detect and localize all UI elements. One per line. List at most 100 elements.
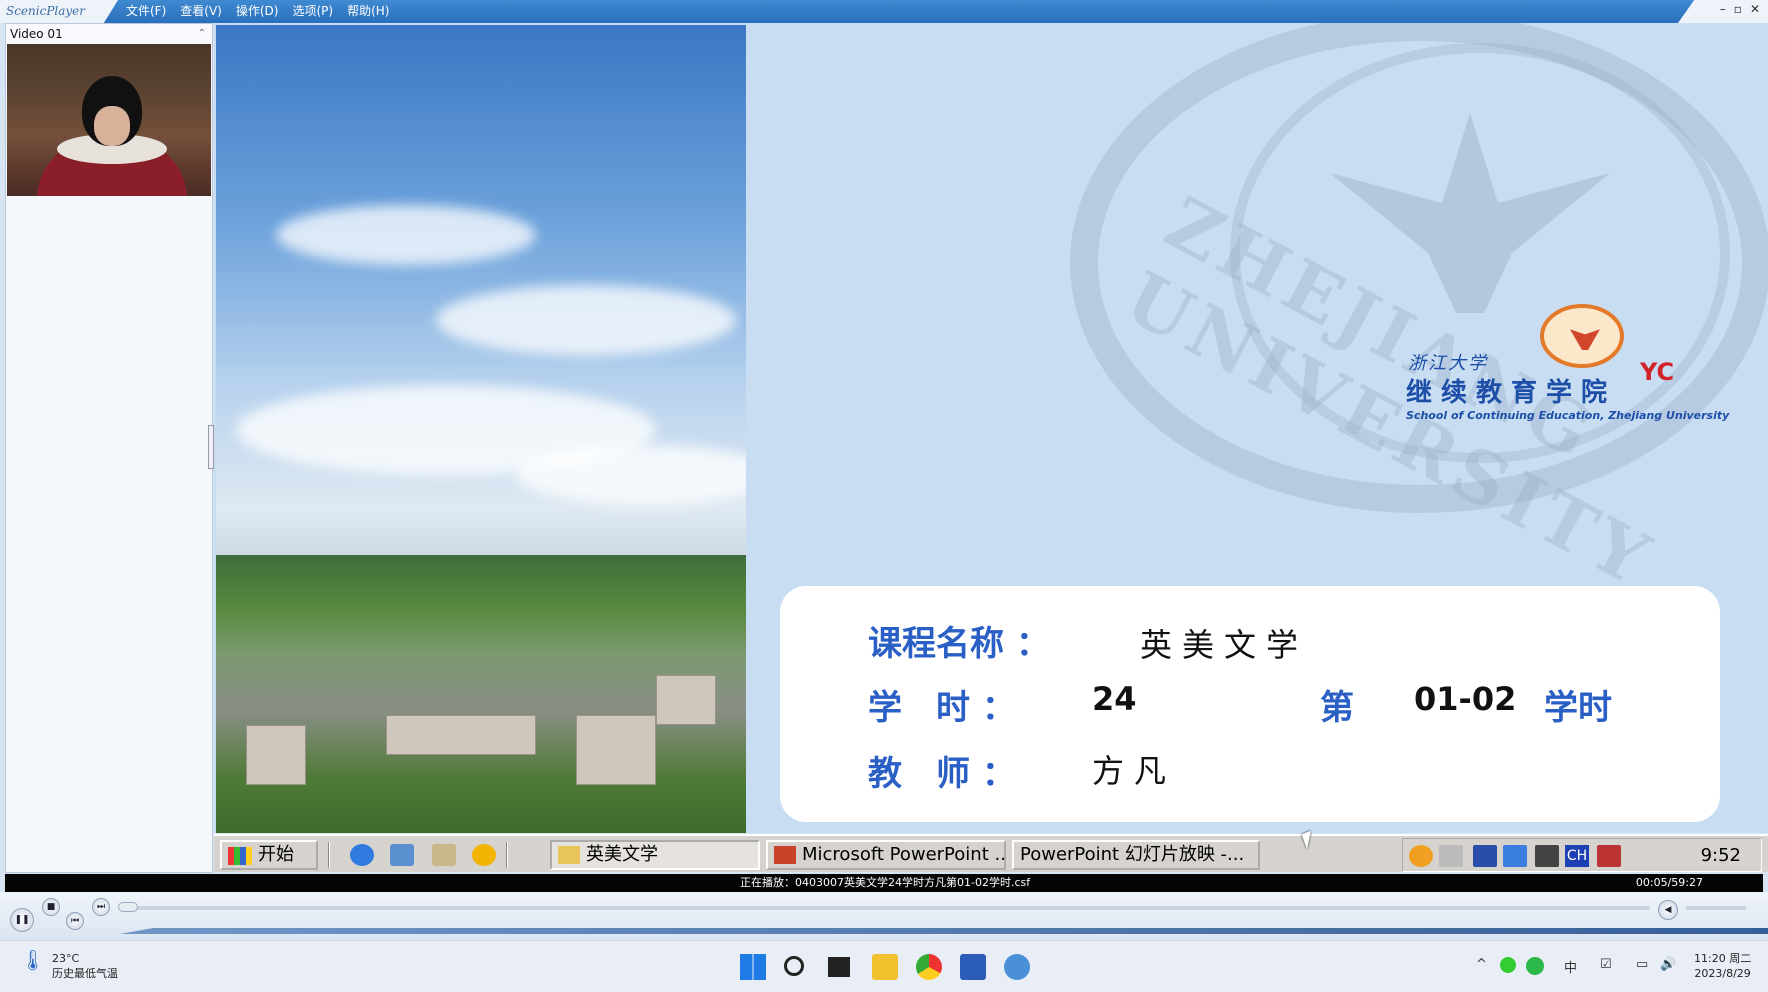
next-button[interactable]: ⏭	[92, 898, 110, 916]
progress-decor	[120, 928, 1768, 934]
hours-label: 学 时 ：	[868, 688, 1016, 728]
tray-app-icon[interactable]	[1500, 957, 1516, 973]
os-taskbar: 🌡 23°C 历史最低气温 ^ 中 ☑ ▭ 🔊 11:20 周二 2023/8/…	[0, 940, 1768, 992]
task-folder-label: 英美文学	[586, 844, 658, 865]
task-view-icon[interactable]	[828, 957, 850, 977]
now-playing-text: 正在播放：0403007英美文学24学时方凡第01-02学时.csf	[740, 876, 1031, 889]
wechat-icon[interactable]	[1526, 957, 1544, 975]
weather-text: 历史最低气温	[52, 967, 118, 980]
collapse-up-icon[interactable]: ⌃	[198, 24, 206, 44]
title-bar: ScenicPlayer 文件(F) 查看(V) 操作(D) 选项(P) 帮助(…	[0, 0, 1768, 23]
player-taskbar-icon[interactable]	[1004, 954, 1030, 980]
building-shape	[246, 725, 306, 785]
playback-time: 00:05/59:27	[1635, 876, 1703, 889]
scenicplayer-window: ScenicPlayer 文件(F) 查看(V) 操作(D) 选项(P) 帮助(…	[0, 0, 1768, 940]
restore-button[interactable]: ▫	[1734, 2, 1742, 16]
app-title: ScenicPlayer	[0, 0, 118, 23]
logo-yc-badge: YC	[1640, 358, 1675, 386]
shield-icon[interactable]	[1473, 845, 1497, 867]
cloud-shape	[516, 445, 746, 505]
logo-school-name: 继续教育学院	[1406, 378, 1617, 408]
seek-bar[interactable]	[120, 906, 1650, 910]
lesson-prefix: 第	[1320, 688, 1354, 728]
hours-value: 24	[1092, 680, 1137, 718]
pause-button[interactable]: ❚❚	[10, 908, 34, 932]
video-stream[interactable]	[7, 44, 211, 196]
os-time: 11:20 周二	[1694, 952, 1752, 965]
video-panel-header: Video 01 ⌃	[6, 24, 212, 44]
media-player-icon[interactable]	[472, 844, 496, 866]
course-value: 英美文学	[1140, 626, 1309, 664]
menu-help[interactable]: 帮助(H)	[347, 0, 389, 23]
weather-temp: 23°C	[52, 952, 80, 965]
os-clock[interactable]: 11:20 周二 2023/8/29	[1694, 951, 1751, 981]
app-tray-icon[interactable]	[1597, 845, 1621, 867]
university-emblem-icon	[1540, 304, 1624, 368]
windows-start-icon[interactable]	[740, 954, 766, 980]
task-slideshow[interactable]: PowerPoint 幻灯片放映 -...	[1012, 840, 1260, 870]
menu-options[interactable]: 选项(P)	[292, 0, 333, 23]
browser-icon[interactable]	[916, 954, 942, 980]
speaker-icon[interactable]: ◀	[1658, 900, 1678, 920]
check-icon[interactable]: ☑	[1600, 957, 1612, 972]
taskbar-separator	[328, 842, 330, 868]
outlook-icon[interactable]	[390, 844, 414, 866]
task-powerpoint[interactable]: Microsoft PowerPoint ...	[766, 840, 1006, 870]
file-explorer-icon[interactable]	[872, 954, 898, 980]
volume-icon[interactable]	[1439, 845, 1463, 867]
search-icon[interactable]	[784, 956, 804, 976]
video-panel: Video 01 ⌃	[5, 23, 213, 873]
volume-slider[interactable]	[1686, 906, 1746, 910]
presenter-face	[94, 106, 130, 146]
building-shape	[576, 715, 656, 785]
task-powerpoint-label: Microsoft PowerPoint ...	[802, 844, 1006, 865]
weather-widget[interactable]: 🌡 23°C 历史最低气温	[20, 948, 118, 981]
word-icon[interactable]	[960, 954, 986, 980]
building-shape	[656, 675, 716, 725]
player-controls: ❚❚ ■ ⏮ ⏭ ◀	[0, 892, 1768, 936]
seek-thumb[interactable]	[118, 902, 138, 912]
stop-button[interactable]: ■	[42, 898, 60, 916]
building-shape	[386, 715, 536, 755]
network-icon[interactable]: ▭	[1636, 957, 1648, 972]
ime-indicator[interactable]: 中	[1564, 957, 1577, 976]
keyboard-icon[interactable]	[1503, 845, 1527, 867]
course-label: 课程名称 ：	[868, 624, 1050, 664]
status-bar: 正在播放：0403007英美文学24学时方凡第01-02学时.csf 00:05…	[5, 874, 1763, 892]
previous-button[interactable]: ⏮	[66, 912, 84, 930]
lesson-value: 01-02	[1414, 680, 1517, 718]
menu-bar: 文件(F) 查看(V) 操作(D) 选项(P) 帮助(H)	[126, 0, 389, 23]
close-button[interactable]: ✕	[1750, 2, 1760, 16]
inner-system-tray: CH 9:52	[1402, 838, 1762, 872]
teacher-label: 教 师 ：	[868, 754, 1016, 794]
video-panel-title: Video 01	[10, 27, 63, 41]
os-date: 2023/8/29	[1694, 967, 1751, 980]
task-folder[interactable]: 英美文学	[550, 840, 760, 870]
volume-icon[interactable]: 🔊	[1660, 957, 1676, 972]
thermometer-icon: 🌡	[20, 948, 46, 972]
course-info-card: 课程名称 ： 英美文学 学 时 ： 24 第 01-02 学时 教 师 ： 方凡	[780, 586, 1720, 822]
xp-start-button[interactable]: 开始	[220, 840, 318, 870]
window-controls: – ▫ ✕	[1720, 2, 1760, 16]
desktop-icon[interactable]	[432, 844, 456, 866]
ie-icon[interactable]	[350, 844, 374, 866]
powerpoint-icon	[774, 846, 796, 864]
slide-view: ZHEJIANG UNIVERSITY 浙江大学 继续教育学院 YC Schoo…	[214, 23, 1768, 833]
chevron-up-icon[interactable]: ^	[1476, 957, 1487, 972]
cloud-shape	[276, 205, 536, 265]
cloud-shape	[436, 285, 736, 355]
lesson-suffix: 学时	[1544, 688, 1612, 728]
menu-operate[interactable]: 操作(D)	[236, 0, 279, 23]
network-icon[interactable]	[1535, 845, 1559, 867]
teacher-value: 方凡	[1092, 752, 1177, 790]
menu-file[interactable]: 文件(F)	[126, 0, 166, 23]
language-indicator[interactable]: CH	[1565, 845, 1589, 867]
menu-view[interactable]: 查看(V)	[180, 0, 222, 23]
inner-xp-taskbar: 开始 英美文学 Microsoft PowerPoint ... PowerPo…	[214, 834, 1768, 872]
taskbar-separator	[506, 842, 508, 868]
task-slideshow-label: PowerPoint 幻灯片放映 -...	[1020, 844, 1245, 865]
logo-english-name: School of Continuing Education, Zhejiang…	[1406, 409, 1730, 422]
ie-tray-icon[interactable]	[1409, 845, 1433, 867]
folder-icon	[558, 846, 580, 864]
minimize-button[interactable]: –	[1720, 2, 1726, 16]
